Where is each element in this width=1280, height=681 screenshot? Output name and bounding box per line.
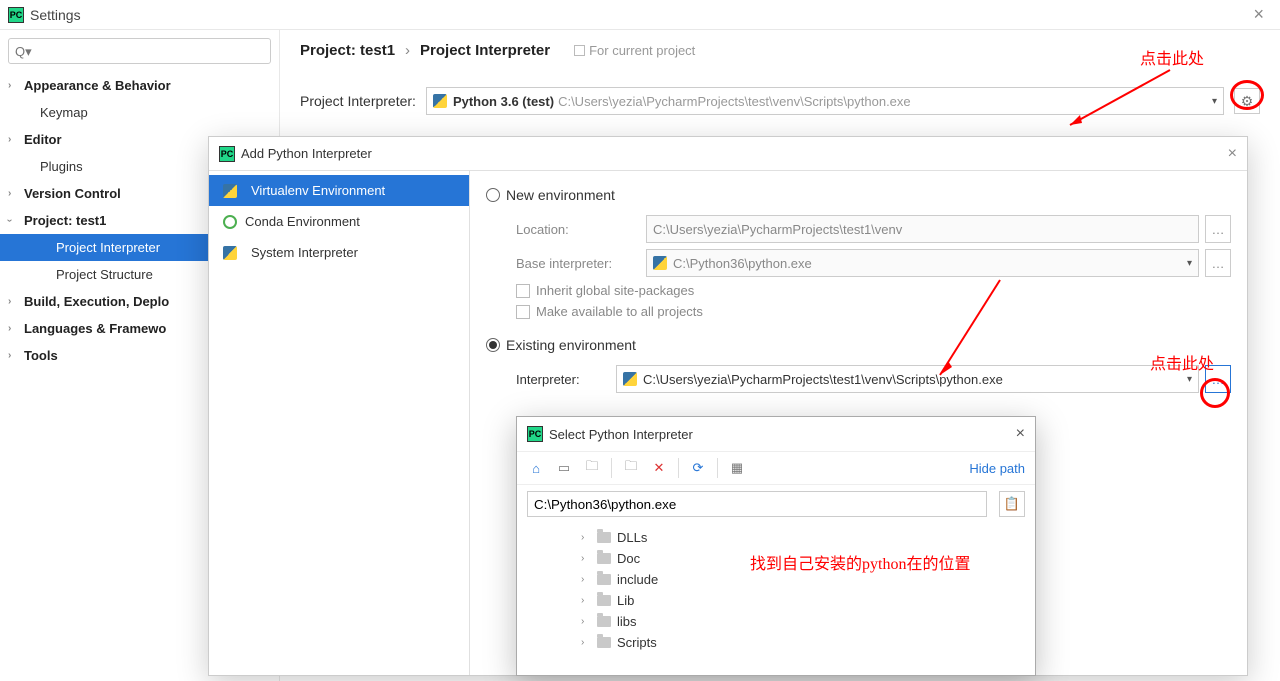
project-interpreter-dropdown[interactable]: Python 3.6 (test) C:\Users\yezia\Pycharm…	[426, 87, 1224, 115]
conda-icon	[223, 215, 237, 229]
new-folder-icon[interactable]: 🗀	[622, 459, 640, 477]
home-icon[interactable]: ⌂	[527, 459, 545, 477]
path-history-button[interactable]: 📋	[999, 491, 1025, 517]
separator	[678, 458, 679, 478]
interpreter-label: Interpreter:	[516, 372, 616, 387]
pycharm-logo-icon: PC	[527, 426, 543, 442]
base-interpreter-dropdown[interactable]: C:\Python36\python.exe▾	[646, 249, 1199, 277]
add-interpreter-sidebar: Virtualenv Environment Conda Environment…	[209, 171, 469, 675]
checkbox-icon	[516, 305, 530, 319]
virtualenv-icon	[223, 184, 237, 198]
python-icon	[433, 94, 447, 108]
close-icon[interactable]: ×	[1228, 145, 1237, 163]
pycharm-logo-icon: PC	[8, 7, 24, 23]
add-interpreter-title: Add Python Interpreter	[241, 146, 372, 161]
project-interpreter-label: Project Interpreter:	[300, 93, 416, 109]
sidebar-item-system[interactable]: System Interpreter	[209, 237, 469, 268]
radio-icon	[486, 188, 500, 202]
folder-icon	[597, 595, 611, 606]
chevron-down-icon: ▾	[1187, 374, 1192, 385]
gear-icon: ⚙	[1241, 93, 1254, 110]
close-icon[interactable]: ×	[1245, 4, 1272, 25]
tree-folder-row[interactable]: ›Lib	[527, 590, 1025, 611]
settings-titlebar: PC Settings ×	[0, 0, 1280, 30]
radio-existing-environment[interactable]: Existing environment	[486, 337, 1231, 353]
python-icon	[623, 372, 637, 386]
chevron-right-icon: ›	[405, 42, 410, 59]
checkbox-make-available[interactable]: Make available to all projects	[516, 304, 1231, 319]
interpreter-settings-gear-button[interactable]: ⚙	[1234, 88, 1260, 114]
tree-folder-row[interactable]: ›Scripts	[527, 632, 1025, 653]
path-input[interactable]	[527, 491, 987, 517]
folder-icon	[597, 637, 611, 648]
tree-folder-row[interactable]: ›include	[527, 569, 1025, 590]
tree-folder-row[interactable]: ›DLLs	[527, 527, 1025, 548]
location-label: Location:	[516, 222, 646, 237]
delete-icon[interactable]: ✕	[650, 459, 668, 477]
checkbox-icon	[516, 284, 530, 298]
browse-location-button[interactable]: …	[1205, 215, 1231, 243]
chevron-down-icon: ▾	[1212, 96, 1217, 107]
radio-icon	[486, 338, 500, 352]
tree-keymap[interactable]: Keymap	[0, 99, 279, 126]
separator	[611, 458, 612, 478]
existing-interpreter-dropdown[interactable]: C:\Users\yezia\PycharmProjects\test1\ven…	[616, 365, 1199, 393]
base-interpreter-label: Base interpreter:	[516, 256, 646, 271]
python-icon	[223, 246, 237, 260]
folder-icon	[597, 616, 611, 627]
sidebar-item-conda[interactable]: Conda Environment	[209, 206, 469, 237]
folder-icon	[597, 532, 611, 543]
settings-search-input[interactable]	[8, 38, 271, 64]
separator	[717, 458, 718, 478]
location-input[interactable]: C:\Users\yezia\PycharmProjects\test1\ven…	[646, 215, 1199, 243]
tree-folder-row[interactable]: ›Doc	[527, 548, 1025, 569]
browse-existing-button[interactable]: …	[1205, 365, 1231, 393]
add-interpreter-titlebar: PC Add Python Interpreter ×	[209, 137, 1247, 171]
chevron-down-icon: ▾	[1187, 258, 1192, 269]
pycharm-logo-icon: PC	[219, 146, 235, 162]
sidebar-item-virtualenv[interactable]: Virtualenv Environment	[209, 175, 469, 206]
breadcrumb: Project: test1 › Project Interpreter For…	[300, 42, 1260, 59]
breadcrumb-note: For current project	[574, 43, 695, 58]
current-project-icon	[574, 45, 585, 56]
select-interpreter-dialog: PC Select Python Interpreter × ⌂ ▭ 🗀 🗀 ✕…	[516, 416, 1036, 676]
folder-icon	[597, 553, 611, 564]
tree-appearance[interactable]: ›Appearance & Behavior	[0, 72, 279, 99]
tree-folder-row[interactable]: ›libs	[527, 611, 1025, 632]
select-interpreter-titlebar: PC Select Python Interpreter ×	[517, 417, 1035, 451]
browse-base-button[interactable]: …	[1205, 249, 1231, 277]
close-icon[interactable]: ×	[1016, 425, 1025, 443]
checkbox-inherit[interactable]: Inherit global site-packages	[516, 283, 1231, 298]
refresh-icon[interactable]: ⟳	[689, 459, 707, 477]
settings-title: Settings	[30, 7, 81, 23]
hide-path-link[interactable]: Hide path	[969, 461, 1025, 476]
folder-icon	[597, 574, 611, 585]
project-folder-icon[interactable]: 🗀	[583, 459, 601, 477]
desktop-icon[interactable]: ▭	[555, 459, 573, 477]
file-tree: ›DLLs ›Doc ›include ›Lib ›libs ›Scripts	[517, 523, 1035, 657]
python-icon	[653, 256, 667, 270]
radio-new-environment[interactable]: New environment	[486, 187, 1231, 203]
select-interpreter-title: Select Python Interpreter	[549, 427, 693, 442]
show-hidden-icon[interactable]: ▦	[728, 459, 746, 477]
select-interpreter-toolbar: ⌂ ▭ 🗀 🗀 ✕ ⟳ ▦ Hide path	[517, 451, 1035, 485]
